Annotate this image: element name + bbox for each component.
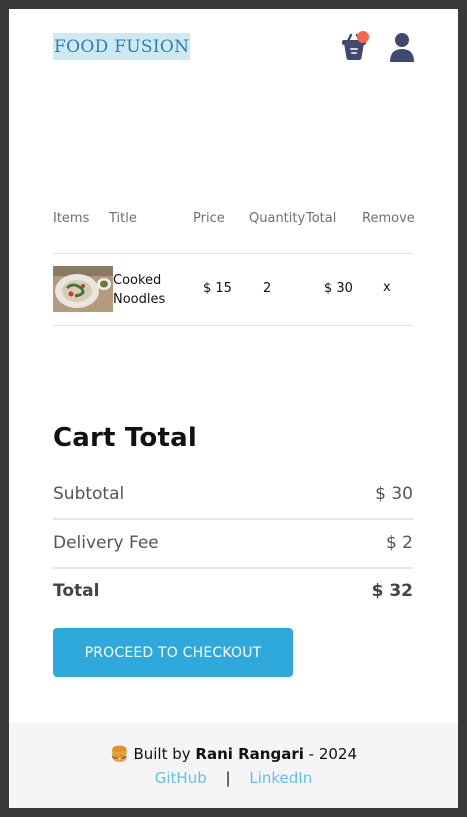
subtotal-label: Subtotal [53, 484, 125, 504]
linkedin-link[interactable]: LinkedIn [249, 769, 312, 787]
divider [53, 253, 413, 254]
user-icon-graphic [390, 33, 414, 62]
footer: 🍔 Built by Rani Rangari - 2024 GitHub | … [9, 723, 458, 808]
item-quantity: 2 [263, 281, 272, 296]
total-value: $ 32 [371, 581, 413, 601]
basket-icon[interactable] [339, 29, 369, 61]
item-price: $ 15 [203, 281, 232, 296]
noodles-image [53, 266, 113, 312]
built-by-text: Built by [133, 745, 191, 763]
cart-total-title: Cart Total [53, 423, 197, 453]
subtotal-row: Subtotal $ 30 [53, 484, 413, 508]
col-remove: Remove [362, 211, 415, 226]
total-label: Total [53, 581, 100, 601]
user-icon[interactable] [387, 31, 417, 63]
divider [53, 518, 413, 520]
col-quantity: Quantity [249, 211, 306, 226]
footer-links: GitHub | LinkedIn [9, 769, 458, 787]
item-title: Cooked Noodles [113, 271, 183, 309]
proceed-to-checkout-button[interactable]: PROCEED TO CHECKOUT [53, 628, 293, 677]
divider [53, 325, 413, 326]
remove-item-button[interactable]: x [383, 280, 391, 295]
item-title-line2: Noodles [113, 292, 166, 307]
burger-icon: 🍔 [109, 745, 129, 763]
subtotal-value: $ 30 [375, 484, 413, 504]
delivery-fee-label: Delivery Fee [53, 533, 159, 553]
year-text: - 2024 [308, 745, 358, 763]
github-link[interactable]: GitHub [155, 769, 207, 787]
col-total: Total [306, 211, 337, 226]
col-title: Title [109, 211, 137, 226]
col-items: Items [53, 211, 90, 226]
divider [53, 567, 413, 569]
table-row: Cooked Noodles $ 15 2 $ 30 x [53, 266, 413, 313]
page: FOOD FUSION Items Title Price Quantity T… [9, 9, 458, 808]
link-separator: | [225, 769, 231, 787]
cart-notification-dot [357, 31, 369, 43]
total-row: Total $ 32 [53, 581, 413, 605]
item-total: $ 30 [324, 281, 353, 296]
col-price: Price [193, 211, 225, 226]
item-title-line1: Cooked [113, 273, 162, 288]
site-logo[interactable]: FOOD FUSION [53, 33, 191, 60]
footer-credit: 🍔 Built by Rani Rangari - 2024 [9, 745, 458, 763]
delivery-fee-value: $ 2 [385, 533, 413, 553]
cart-table-header: Items Title Price Quantity Total Remove [53, 211, 415, 231]
delivery-fee-row: Delivery Fee $ 2 [53, 533, 413, 557]
food-thumbnail [53, 266, 113, 312]
author-name: Rani Rangari [195, 745, 304, 763]
